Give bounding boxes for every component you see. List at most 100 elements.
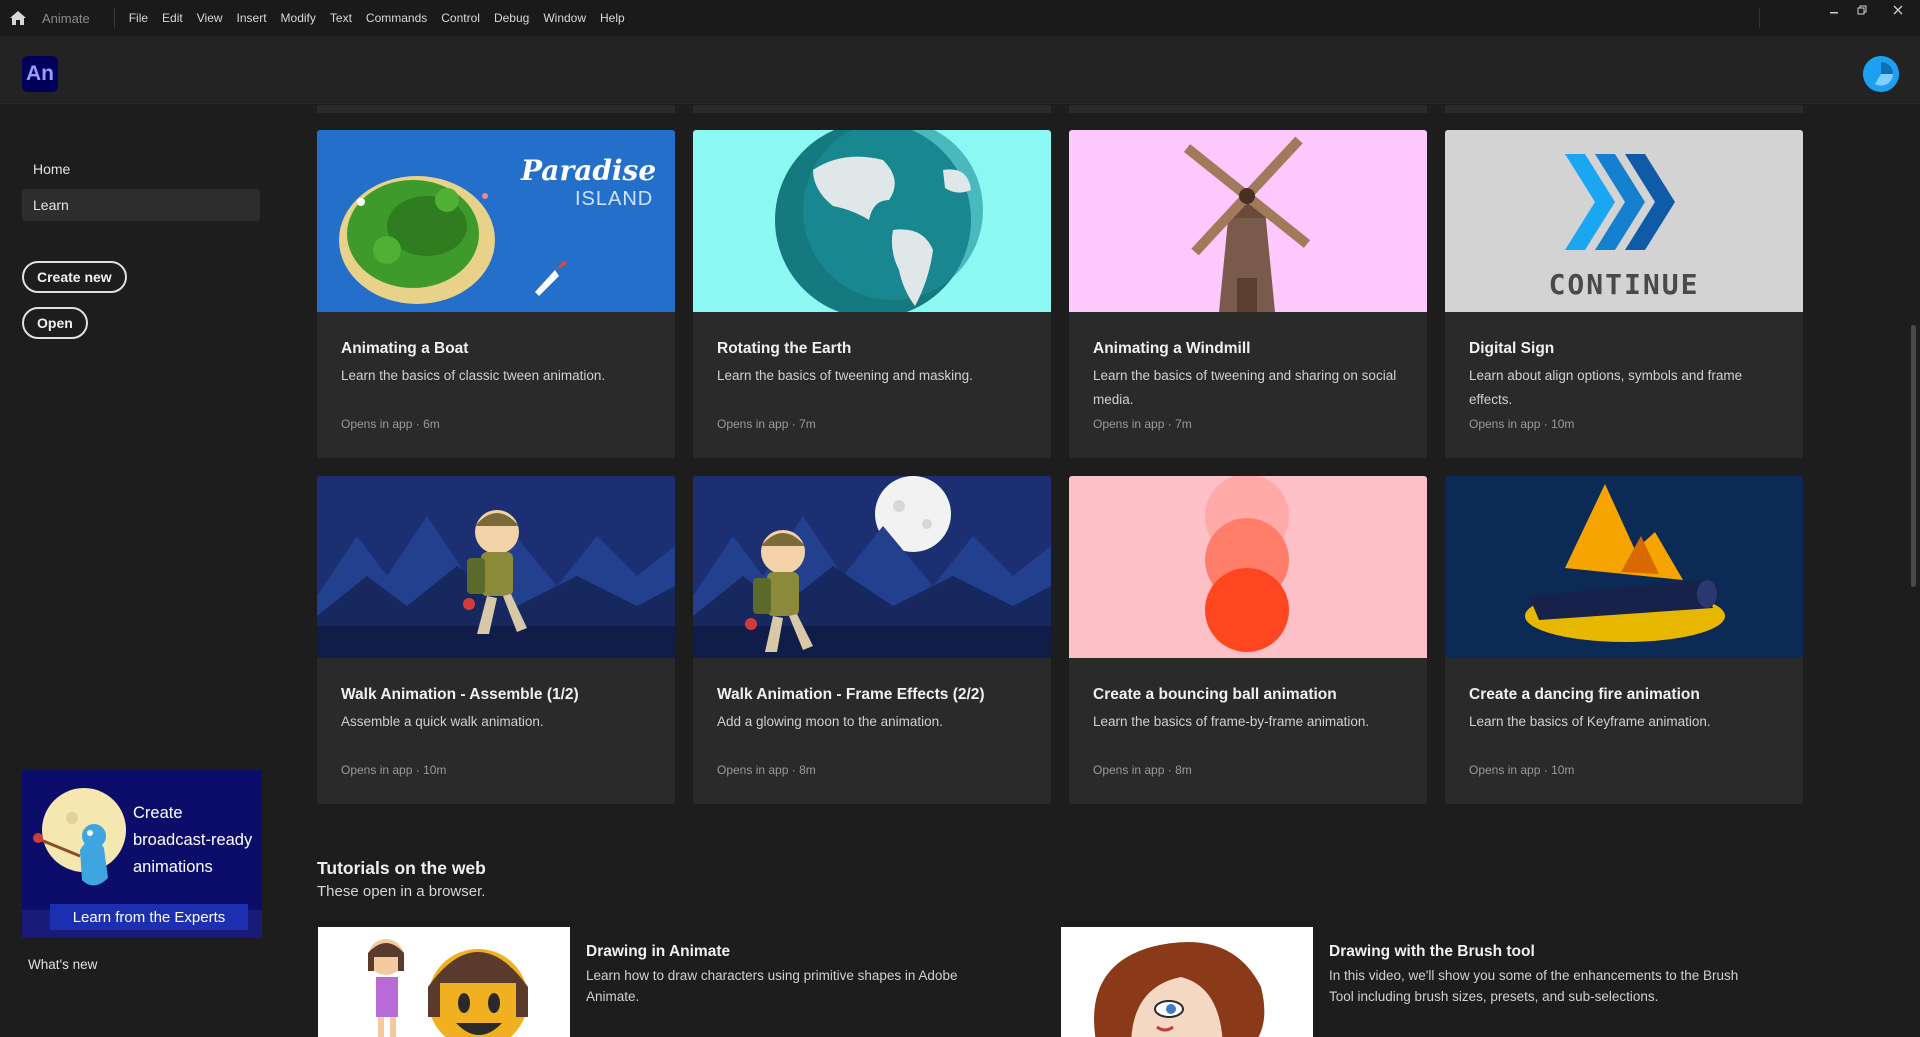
card-meta: Opens in app · 10m: [1469, 417, 1575, 431]
web-tutorials-heading: Tutorials on the web: [317, 858, 486, 878]
duration-label: 10m: [423, 763, 447, 777]
continue-text: CONTINUE: [1548, 268, 1700, 301]
vertical-scrollbar[interactable]: [1908, 105, 1920, 1037]
menu-window[interactable]: Window: [543, 11, 586, 25]
card-description: Learn the basics of Keyframe animation.: [1469, 714, 1711, 729]
promo-line-2: broadcast-ready: [133, 831, 253, 849]
menu-file[interactable]: File: [129, 11, 148, 25]
card-meta: Opens in app · 8m: [1093, 763, 1192, 777]
whats-new-link[interactable]: What's new: [28, 957, 97, 972]
tutorial-card-animating-boat[interactable]: Paradise ISLAND Animating a Boat Learn t…: [317, 130, 675, 458]
opens-in-label: Opens in app: [717, 417, 789, 431]
bouncing-ball-image: [1069, 476, 1427, 658]
web-tutorial-title: Drawing with the Brush tool: [1329, 943, 1535, 960]
home-icon[interactable]: [0, 0, 36, 36]
header-bar: An: [0, 36, 1920, 104]
learn-from-experts-button[interactable]: Learn from the Experts: [50, 904, 248, 930]
opens-in-label: Opens in app: [717, 763, 789, 777]
sidebar-item-learn[interactable]: Learn: [22, 189, 260, 221]
menu-control[interactable]: Control: [441, 11, 480, 25]
tutorial-card-rotating-earth[interactable]: Rotating the Earth Learn the basics of t…: [693, 130, 1051, 458]
menu-commands[interactable]: Commands: [366, 11, 427, 25]
promo-banner[interactable]: Create broadcast-ready animations Learn …: [22, 770, 262, 938]
menu-view[interactable]: View: [197, 11, 223, 25]
restore-icon[interactable]: [1848, 0, 1876, 20]
tutorial-card-digital-sign[interactable]: CONTINUE Digital Sign Learn about align …: [1445, 130, 1803, 458]
windmill-image: [1069, 130, 1427, 312]
drawing-characters-image: [318, 927, 570, 1037]
card-remnant: [693, 105, 1051, 113]
walking-hiker-image: [317, 476, 675, 658]
web-tutorial-description: Learn how to draw characters using primi…: [586, 968, 958, 1004]
avatar[interactable]: [1863, 56, 1899, 92]
duration-label: 8m: [1175, 763, 1192, 777]
tutorial-card-walk-assemble[interactable]: Walk Animation - Assemble (1/2) Assemble…: [317, 476, 675, 804]
card-remnant: [1069, 105, 1427, 113]
continue-sign-image: CONTINUE: [1445, 130, 1803, 312]
menu-divider: [113, 8, 115, 28]
tutorial-card-animating-windmill[interactable]: Animating a Windmill Learn the basics of…: [1069, 130, 1427, 458]
app-name: Animate: [42, 10, 90, 26]
web-tutorial-brush-tool[interactable]: Drawing with the Brush tool In this vide…: [1061, 927, 1781, 1037]
close-icon[interactable]: [1876, 0, 1920, 20]
sidebar-item-home[interactable]: Home: [22, 153, 260, 185]
card-description: Learn the basics of frame-by-frame anima…: [1093, 714, 1370, 729]
card-title: Rotating the Earth: [717, 340, 852, 357]
opens-in-label: Opens in app: [1093, 417, 1165, 431]
card-meta: Opens in app · 8m: [717, 763, 816, 777]
card-meta: Opens in app · 6m: [341, 417, 440, 431]
earth-globe-image: [693, 130, 1051, 312]
duration-label: 10m: [1551, 763, 1575, 777]
web-tutorial-description: In this video, we'll show you some of th…: [1329, 968, 1739, 1004]
card-title: Digital Sign: [1469, 340, 1555, 357]
menu-insert[interactable]: Insert: [237, 11, 267, 25]
duration-label: 8m: [799, 763, 816, 777]
card-title: Animating a Boat: [341, 340, 469, 357]
card-remnant: [1445, 105, 1803, 113]
campfire-image: [1445, 476, 1803, 658]
menu-debug[interactable]: Debug: [494, 11, 529, 25]
menu-text[interactable]: Text: [330, 11, 352, 25]
web-tutorial-title: Drawing in Animate: [586, 943, 731, 960]
card-title: Create a dancing fire animation: [1469, 686, 1700, 703]
menu-help[interactable]: Help: [600, 11, 625, 25]
learn-content: Paradise ISLAND Animating a Boat Learn t…: [280, 105, 1905, 1037]
window-controls-divider: [1759, 8, 1760, 28]
web-tutorials-subtitle: These open in a browser.: [317, 883, 486, 900]
card-title: Walk Animation - Frame Effects (2/2): [717, 686, 985, 703]
card-description: Learn the basics of tweening and masking…: [717, 368, 973, 383]
menu-edit[interactable]: Edit: [162, 11, 183, 25]
duration-label: 7m: [799, 417, 816, 431]
opens-in-label: Opens in app: [341, 417, 413, 431]
opens-in-label: Opens in app: [341, 763, 413, 777]
sidebar: Home Learn Create new Open Create broadc…: [0, 105, 280, 1037]
card-description: Learn about align options, symbols and f…: [1469, 368, 1743, 407]
card-description: Assemble a quick walk animation.: [341, 714, 544, 729]
create-new-button[interactable]: Create new: [22, 261, 127, 293]
promo-line-1: Create: [133, 804, 183, 822]
menu-bar: Animate File Edit View Insert Modify Tex…: [0, 0, 1920, 36]
hiker-moon-image: [693, 476, 1051, 658]
tutorial-card-walk-frame-effects[interactable]: Walk Animation - Frame Effects (2/2) Add…: [693, 476, 1051, 804]
paradise-text: Paradise: [521, 154, 657, 187]
scrollbar-thumb[interactable]: [1911, 325, 1916, 587]
promo-line-3: animations: [133, 858, 213, 876]
menu-modify[interactable]: Modify: [281, 11, 316, 25]
duration-label: 7m: [1175, 417, 1192, 431]
promo-text: Create broadcast-ready animations: [133, 800, 252, 881]
card-title: Create a bouncing ball animation: [1093, 686, 1337, 703]
opens-in-label: Opens in app: [1093, 763, 1165, 777]
card-description: Learn the basics of classic tween animat…: [341, 368, 606, 383]
tutorial-card-bouncing-ball[interactable]: Create a bouncing ball animation Learn t…: [1069, 476, 1427, 804]
window-controls: [1820, 0, 1920, 20]
paradise-island-image: Paradise ISLAND: [317, 130, 675, 312]
open-button[interactable]: Open: [22, 307, 88, 339]
web-tutorial-drawing-in-animate[interactable]: Drawing in Animate Learn how to draw cha…: [318, 927, 1038, 1037]
minimize-icon[interactable]: [1820, 0, 1848, 20]
card-title: Animating a Windmill: [1093, 340, 1251, 357]
island-text: ISLAND: [575, 188, 654, 210]
tutorial-card-dancing-fire[interactable]: Create a dancing fire animation Learn th…: [1445, 476, 1803, 804]
card-description: Add a glowing moon to the animation.: [717, 714, 943, 729]
brush-portrait-image: [1061, 927, 1313, 1037]
card-meta: Opens in app · 7m: [717, 417, 816, 431]
